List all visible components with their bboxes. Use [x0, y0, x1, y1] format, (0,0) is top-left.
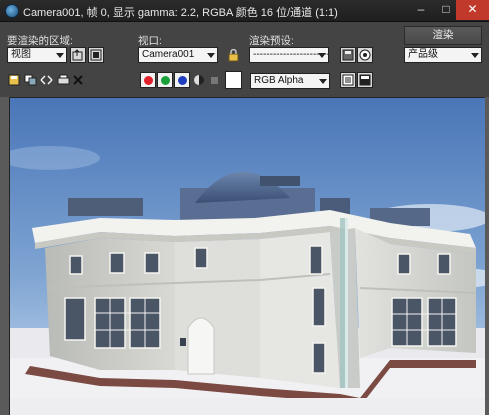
left-border: [0, 97, 9, 415]
area-to-render-value: 视图: [11, 49, 31, 60]
render-toolbar: 要渲染的区域: 视口: 渲染预设: 渲染 视图 Camera001 ------…: [0, 22, 489, 97]
chevron-down-icon: [471, 53, 479, 58]
area-to-render-label: 要渲染的区域:: [7, 35, 73, 47]
render-preset-label: 渲染预设:: [249, 35, 294, 47]
blue-channel-icon: [177, 75, 187, 85]
clone-window-icon: [40, 75, 52, 85]
clear-icon: [73, 75, 83, 85]
app-icon: [5, 4, 19, 18]
lock-viewport-button[interactable]: [226, 48, 240, 62]
red-channel-icon: [143, 75, 153, 85]
toggle-ui-button[interactable]: [357, 72, 373, 88]
viewport-dropdown[interactable]: Camera001: [138, 47, 218, 63]
viewport-label: 视口:: [138, 35, 162, 47]
clone-window-button[interactable]: [39, 73, 53, 87]
monochrome-toggle[interactable]: [207, 73, 221, 87]
render-viewport: [9, 97, 485, 415]
display-channel-dropdown[interactable]: RGB Alpha: [250, 73, 330, 89]
right-border: [485, 97, 489, 415]
environment-icon: [359, 49, 371, 61]
render-preset-dropdown[interactable]: -------------------------: [249, 47, 329, 63]
viewport-value: Camera001: [142, 49, 195, 60]
auto-region-icon: [90, 49, 102, 61]
alpha-channel-toggle[interactable]: [192, 73, 206, 87]
chevron-down-icon: [56, 53, 64, 58]
green-channel-toggle[interactable]: [157, 72, 173, 88]
quality-value: 产品级: [408, 49, 438, 60]
chevron-down-icon: [319, 79, 327, 84]
save-image-button[interactable]: [7, 73, 21, 87]
chevron-down-icon: [207, 53, 215, 58]
save-preset-icon: [342, 49, 354, 61]
quality-dropdown[interactable]: 产品级: [404, 47, 482, 63]
red-channel-toggle[interactable]: [140, 72, 156, 88]
save-preset-button[interactable]: [340, 47, 356, 63]
blue-channel-toggle[interactable]: [174, 72, 190, 88]
chevron-down-icon: [318, 53, 326, 58]
lock-icon: [228, 48, 238, 61]
green-channel-icon: [160, 75, 170, 85]
copy-image-icon: [24, 74, 36, 86]
environment-button[interactable]: [357, 47, 373, 63]
monochrome-icon: [210, 76, 218, 84]
toggle-ui-icon: [359, 74, 371, 86]
display-channel-value: RGB Alpha: [254, 75, 304, 86]
auto-region-button[interactable]: [88, 47, 104, 63]
edit-region-icon: [72, 49, 83, 61]
print-icon: [57, 74, 69, 85]
print-button[interactable]: [56, 73, 70, 87]
save-image-icon: [8, 74, 20, 86]
area-to-render-dropdown[interactable]: 视图: [7, 47, 67, 63]
copy-image-button[interactable]: [23, 73, 37, 87]
close-button[interactable]: ✕: [456, 0, 489, 20]
display-options-button[interactable]: [340, 72, 356, 88]
half-circle-icon: [194, 75, 204, 85]
title-bar: Camera001, 帧 0, 显示 gamma: 2.2, RGBA 颜色 1…: [0, 0, 489, 22]
render-button[interactable]: 渲染: [404, 26, 482, 45]
color-swatch[interactable]: [225, 71, 242, 89]
window-title: Camera001, 帧 0, 显示 gamma: 2.2, RGBA 颜色 1…: [23, 7, 338, 19]
clear-button[interactable]: [71, 73, 85, 87]
rendered-frame-window: Camera001, 帧 0, 显示 gamma: 2.2, RGBA 颜色 1…: [0, 0, 489, 415]
display-channel-icon: [342, 74, 354, 86]
rendered-building-image: [10, 98, 485, 415]
edit-region-button[interactable]: [70, 47, 86, 63]
